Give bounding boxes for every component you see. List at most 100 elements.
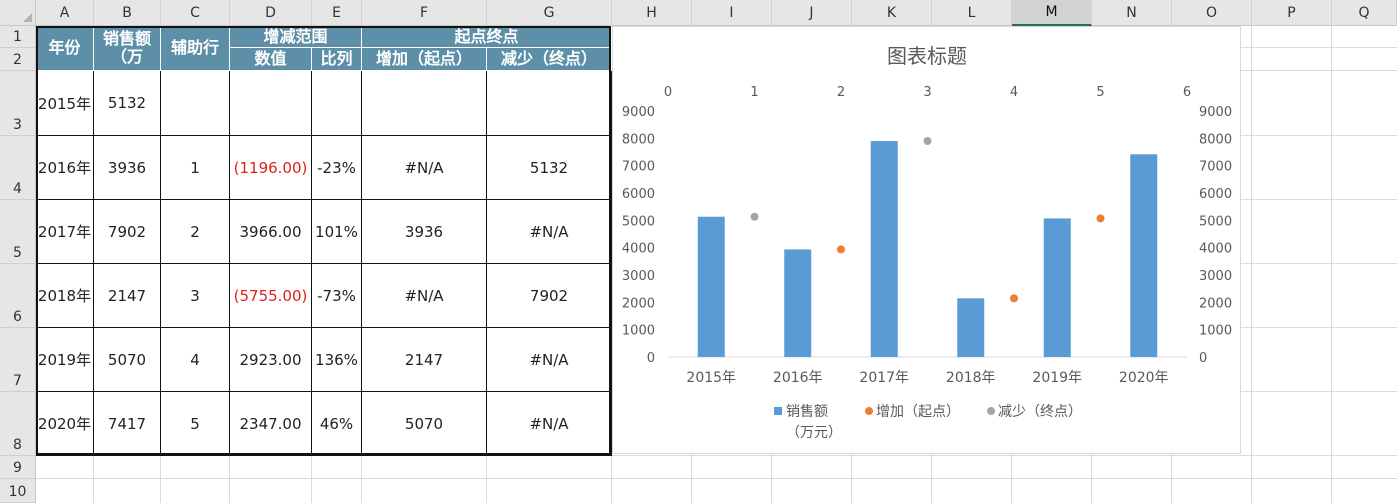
cell-decrease-3[interactable]: [487, 71, 612, 136]
y-tick-left: 2000: [622, 296, 655, 311]
cell-decrease-6[interactable]: 7902: [487, 264, 612, 328]
cell-decrease-7[interactable]: #N/A: [487, 328, 612, 392]
cell-value-6[interactable]: (5755.00): [230, 264, 312, 328]
cell-helper-6[interactable]: 3: [161, 264, 230, 328]
column-header-n[interactable]: N: [1092, 0, 1172, 26]
cell-value-7[interactable]: 2923.00: [230, 328, 312, 392]
bar-4[interactable]: [1043, 218, 1071, 357]
scatter-point-increase-0[interactable]: [837, 245, 845, 254]
column-header-l[interactable]: L: [932, 0, 1012, 26]
cell-increase-7[interactable]: 2147: [362, 328, 487, 392]
column-header-k[interactable]: K: [852, 0, 932, 26]
row-header-2[interactable]: 2: [0, 48, 36, 71]
cell-value-5[interactable]: 3966.00: [230, 200, 312, 264]
bar-2[interactable]: [870, 141, 898, 357]
header-decrease[interactable]: 减少（终点）: [487, 48, 612, 71]
scatter-point-decrease-0[interactable]: [750, 212, 759, 221]
scatter-point-decrease-1[interactable]: [923, 137, 932, 146]
header-helper[interactable]: 辅助行: [161, 26, 230, 71]
column-header-e[interactable]: E: [312, 0, 362, 26]
bar-0[interactable]: [697, 216, 725, 357]
column-header-o[interactable]: O: [1172, 0, 1252, 26]
row-header-8[interactable]: 8: [0, 392, 36, 456]
row-header-7[interactable]: 7: [0, 328, 36, 392]
cell-value-3[interactable]: [230, 71, 312, 136]
row-header-6[interactable]: 6: [0, 264, 36, 328]
row-header-9[interactable]: 9: [0, 456, 36, 479]
column-header-i[interactable]: I: [692, 0, 772, 26]
header-sales[interactable]: 销售额 （万: [94, 26, 161, 71]
header-value[interactable]: 数值: [230, 48, 312, 71]
cell-value-4[interactable]: (1196.00): [230, 136, 312, 200]
header-points-group[interactable]: 起点终点: [362, 26, 612, 48]
cell-ratio-8[interactable]: 46%: [312, 392, 362, 456]
header-ratio[interactable]: 比列: [312, 48, 362, 71]
cell-sales-6[interactable]: 2147: [94, 264, 161, 328]
cell-decrease-8[interactable]: #N/A: [487, 392, 612, 456]
bar-3[interactable]: [957, 298, 985, 357]
row-header-1[interactable]: 1: [0, 26, 36, 48]
cell-value-7-text: 2923.00: [239, 350, 302, 369]
chart-title[interactable]: 图表标题: [887, 44, 967, 68]
bar-1[interactable]: [784, 249, 812, 357]
cell-sales-5[interactable]: 7902: [94, 200, 161, 264]
cell-helper-3[interactable]: [161, 71, 230, 136]
scatter-point-increase-1[interactable]: [1010, 294, 1018, 303]
cell-helper-7[interactable]: 4: [161, 328, 230, 392]
column-header-q[interactable]: Q: [1332, 0, 1397, 26]
cell-sales-3[interactable]: 5132: [94, 71, 161, 136]
cell-sales-7[interactable]: 5070: [94, 328, 161, 392]
cell-decrease-5[interactable]: #N/A: [487, 200, 612, 264]
cell-helper-8[interactable]: 5: [161, 392, 230, 456]
column-header-g[interactable]: G: [487, 0, 612, 26]
column-header-j[interactable]: J: [772, 0, 852, 26]
header-increase[interactable]: 增加（起点）: [362, 48, 487, 71]
cell-decrease-4[interactable]: 5132: [487, 136, 612, 200]
legend-swatch-sales: [774, 407, 782, 415]
select-all-corner[interactable]: [0, 0, 36, 26]
cell-year-4[interactable]: 2016年: [36, 136, 94, 200]
column-header-p[interactable]: P: [1252, 0, 1332, 26]
cell-increase-8[interactable]: 5070: [362, 392, 487, 456]
cell-increase-4[interactable]: #N/A: [362, 136, 487, 200]
cell-increase-6[interactable]: #N/A: [362, 264, 487, 328]
header-year[interactable]: 年份: [36, 26, 94, 71]
legend[interactable]: 销售额 （万元） 增加（起点） 减少（终点）: [774, 404, 1082, 441]
column-header-c[interactable]: C: [161, 0, 230, 26]
cell-increase-5[interactable]: 3936: [362, 200, 487, 264]
column-header-d[interactable]: D: [230, 0, 312, 26]
cell-year-8[interactable]: 2020年: [36, 392, 94, 456]
cell-sales-4[interactable]: 3936: [94, 136, 161, 200]
row-header-3[interactable]: 3: [0, 71, 36, 136]
scatter-point-increase-2[interactable]: [1096, 214, 1105, 223]
column-header-b[interactable]: B: [94, 0, 161, 26]
bar-5[interactable]: [1130, 154, 1158, 357]
column-header-m[interactable]: M: [1012, 0, 1092, 26]
column-header-h[interactable]: H: [612, 0, 692, 26]
cell-sales-5-text: 7902: [107, 222, 147, 241]
cell-helper-5[interactable]: 2: [161, 200, 230, 264]
row-header-5[interactable]: 5: [0, 200, 36, 264]
cell-ratio-6-text: -73%: [317, 286, 356, 305]
cell-ratio-4[interactable]: -23%: [312, 136, 362, 200]
cell-ratio-5-text: 101%: [315, 222, 358, 241]
row-header-10[interactable]: 10: [0, 479, 36, 503]
cell-helper-4[interactable]: 1: [161, 136, 230, 200]
cell-ratio-3[interactable]: [312, 71, 362, 136]
cell-sales-8[interactable]: 7417: [94, 392, 161, 456]
cell-value-8[interactable]: 2347.00: [230, 392, 312, 456]
row-header-4[interactable]: 4: [0, 136, 36, 200]
cell-ratio-7[interactable]: 136%: [312, 328, 362, 392]
column-header-a[interactable]: A: [36, 0, 94, 26]
chart[interactable]: 图表标题 0 1000 2000 3000 4000 5000 6000 7000 8000 90…: [612, 26, 1241, 454]
cell-ratio-6[interactable]: -73%: [312, 264, 362, 328]
cell-ratio-5[interactable]: 101%: [312, 200, 362, 264]
y-tick-right: 0: [1199, 351, 1207, 366]
cell-increase-3[interactable]: [362, 71, 487, 136]
header-range-group[interactable]: 增减范围: [230, 26, 362, 48]
column-header-f[interactable]: F: [362, 0, 487, 26]
cell-year-7[interactable]: 2019年: [36, 328, 94, 392]
cell-year-6[interactable]: 2018年: [36, 264, 94, 328]
cell-year-5[interactable]: 2017年: [36, 200, 94, 264]
cell-year-3[interactable]: 2015年: [36, 71, 94, 136]
